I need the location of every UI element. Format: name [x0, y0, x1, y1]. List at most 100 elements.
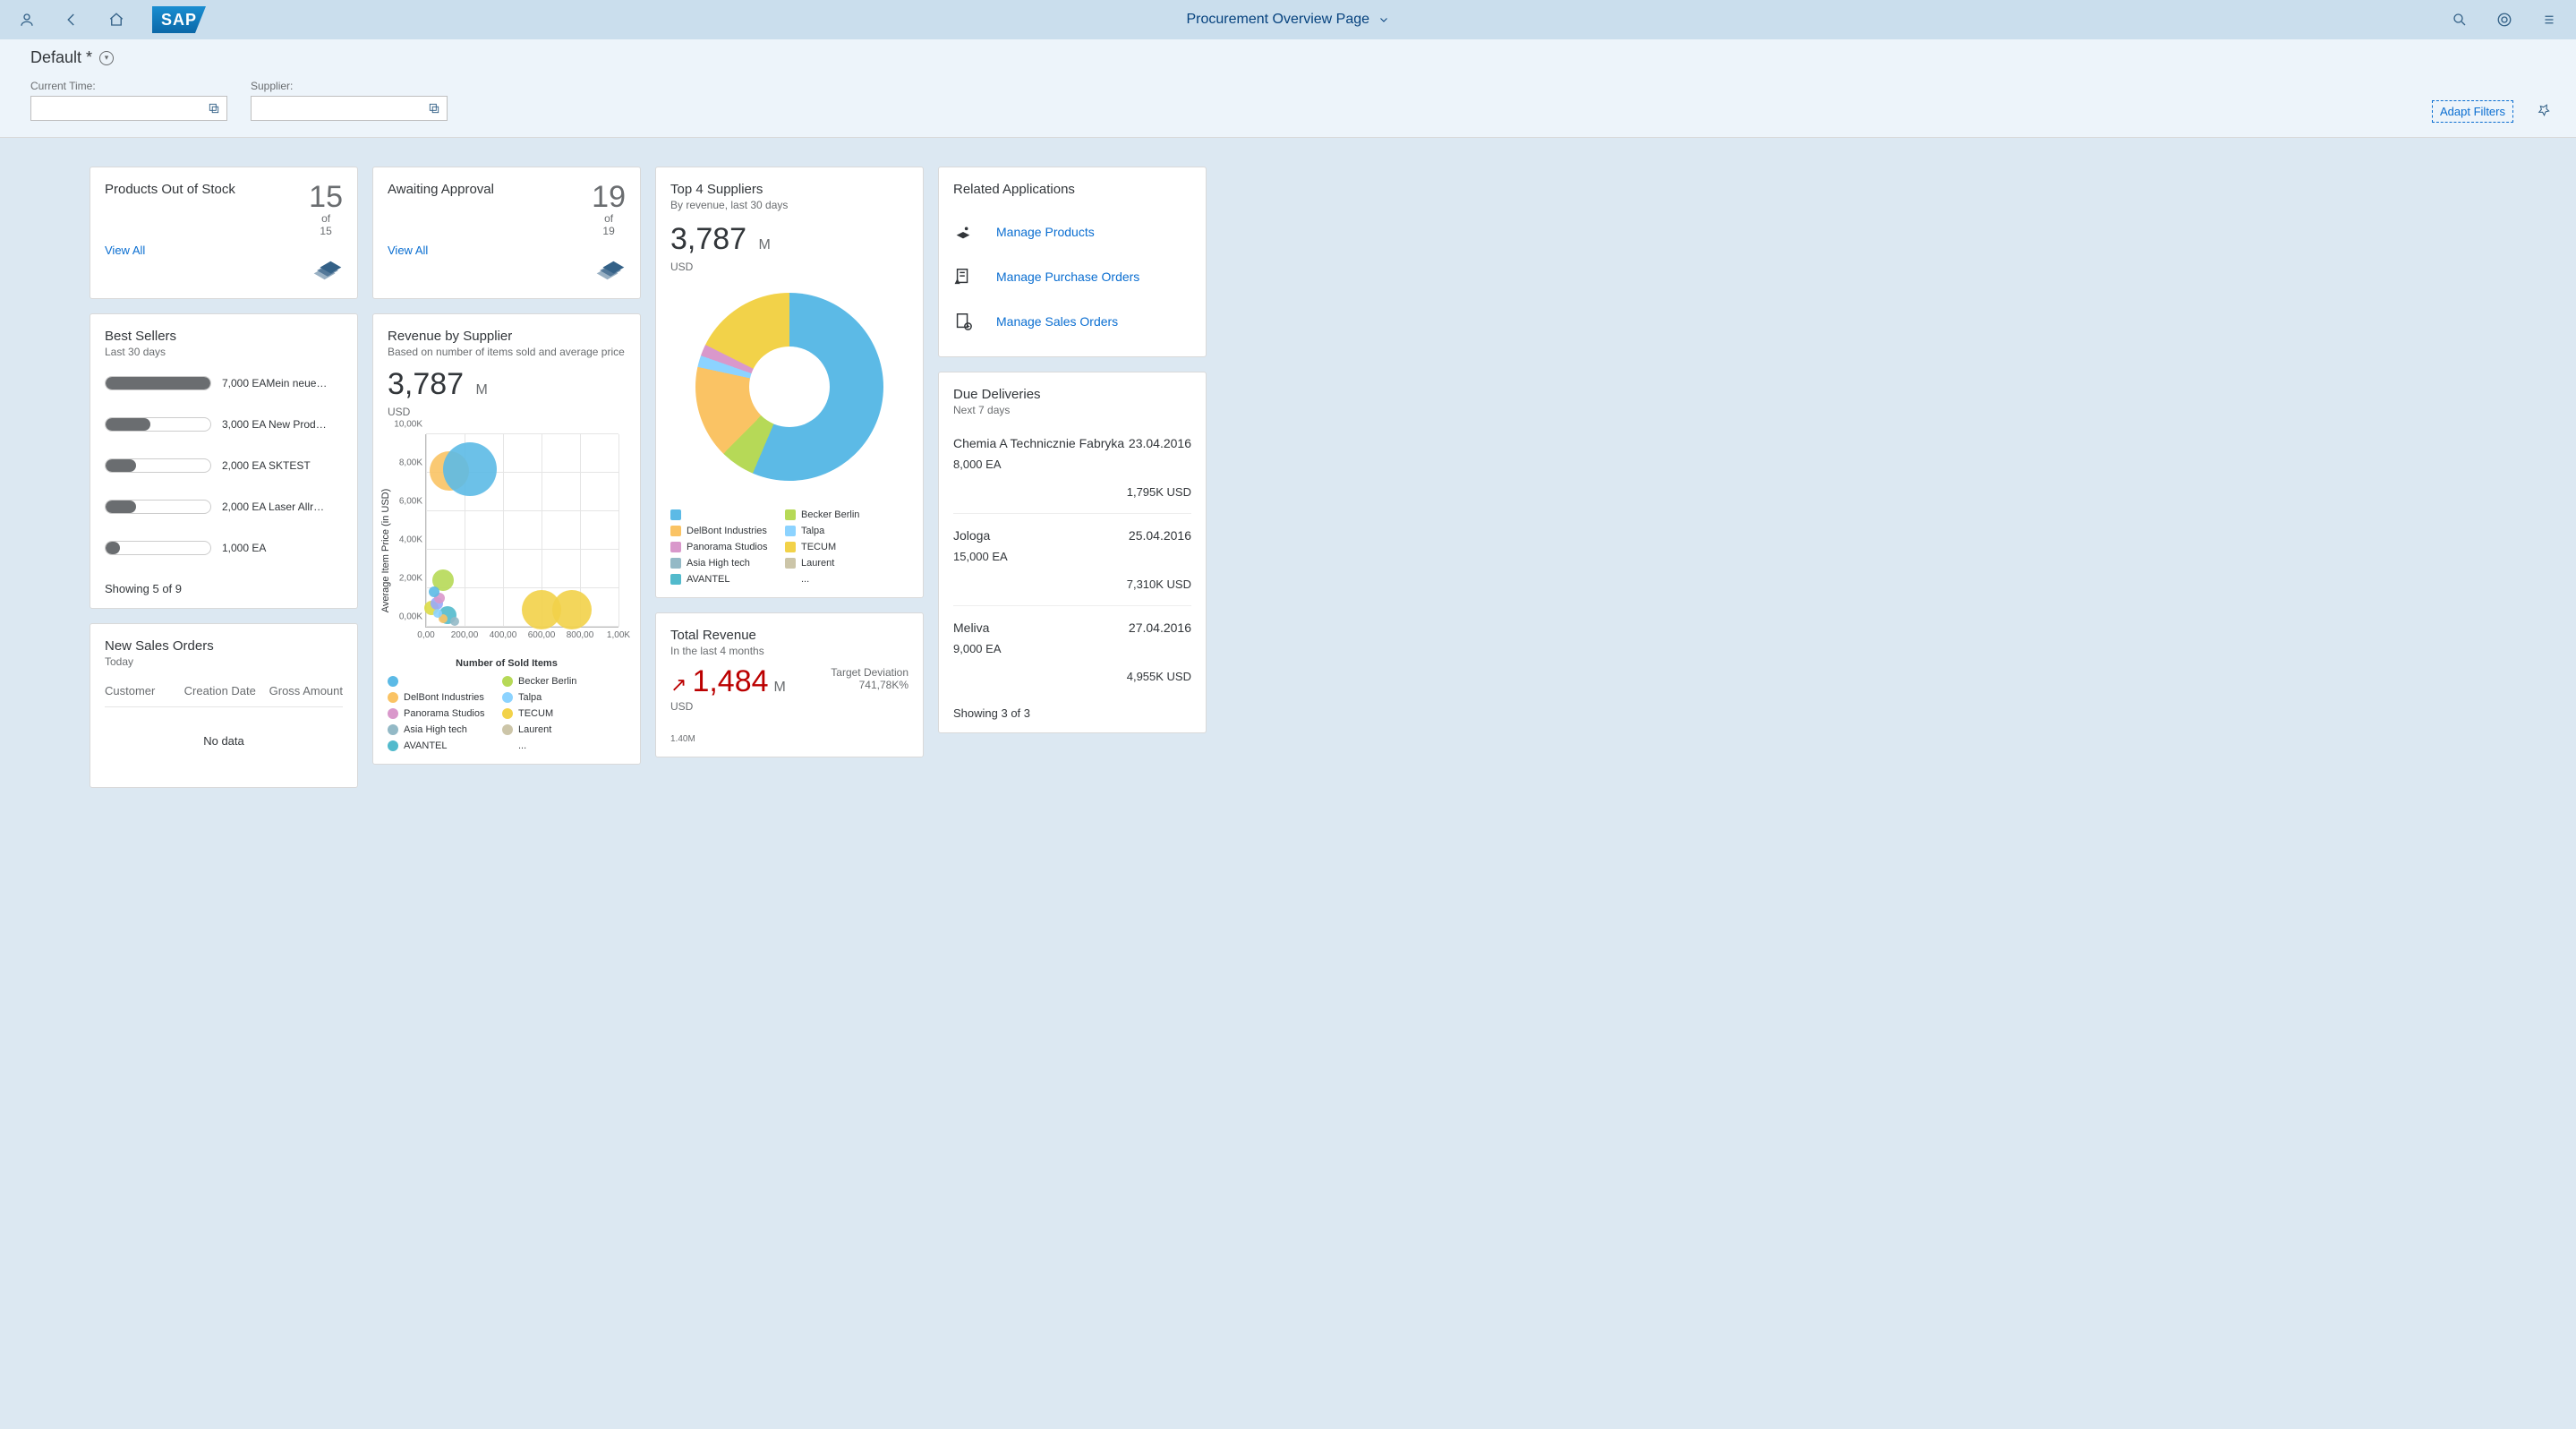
delivery-item[interactable]: Meliva27.04.2016 9,000 EA 4,955K USD: [953, 606, 1191, 697]
value-help-icon[interactable]: [422, 97, 447, 120]
filter-bar: Default * ▾ Current Time: Supplier: Adap…: [0, 39, 2576, 138]
trend-up-icon: ↗: [670, 673, 687, 696]
kpi-currency: USD: [670, 700, 786, 713]
delivery-name: Chemia A Technicznie Fabryka: [953, 436, 1124, 450]
kpi-of: of: [592, 212, 626, 225]
back-icon[interactable]: [63, 11, 81, 29]
shell-header-left: SAP: [18, 6, 206, 33]
kpi-currency: USD: [670, 261, 908, 273]
home-icon[interactable]: [107, 11, 125, 29]
ovp-scroll[interactable]: Products Out of Stock View All 15 of 15 …: [0, 143, 2576, 1429]
copilot-icon[interactable]: [2495, 11, 2513, 29]
card-footer: Showing 5 of 9: [105, 582, 343, 595]
card-new-sales-orders[interactable]: New Sales Orders Today Customer Creation…: [90, 623, 358, 788]
legend-item[interactable]: Laurent: [785, 558, 883, 569]
bubble-chart: Average Item Price (in USD) 0,00K2,00K4,…: [388, 434, 626, 667]
legend-item[interactable]: AVANTEL: [670, 574, 769, 585]
card-due-deliveries[interactable]: Due Deliveries Next 7 days Chemia A Tech…: [938, 372, 1207, 733]
legend-item[interactable]: Panorama Studios: [388, 708, 486, 719]
card-revenue-by-supplier[interactable]: Revenue by Supplier Based on number of i…: [372, 313, 641, 765]
card-title: New Sales Orders: [105, 638, 343, 654]
kpi-unit: M: [476, 382, 488, 398]
shell-title-button[interactable]: Procurement Overview Page: [1187, 12, 1390, 27]
menu-icon[interactable]: [2540, 11, 2558, 29]
legend-item[interactable]: Panorama Studios: [670, 542, 769, 552]
link-manage-sales-orders[interactable]: Manage Sales Orders: [953, 299, 1191, 344]
col-gross-amount: Gross Amount: [263, 684, 343, 697]
bar-label: 3,000 EA New Prod…: [222, 418, 343, 431]
chart-legend: Becker Berlin DelBont Industries Talpa Pano…: [388, 676, 626, 751]
variant-selector[interactable]: Default * ▾: [30, 48, 2546, 67]
card-total-revenue[interactable]: Total Revenue In the last 4 months ↗1,48…: [655, 612, 924, 757]
card-products-out-of-stock[interactable]: Products Out of Stock View All 15 of 15: [90, 167, 358, 299]
bubble[interactable]: [429, 586, 439, 597]
legend-item[interactable]: TECUM: [785, 542, 883, 552]
view-all-link[interactable]: View All: [105, 244, 235, 257]
legend-item[interactable]: Asia High tech: [388, 724, 486, 735]
filters-row: Current Time: Supplier:: [30, 80, 2546, 121]
delivery-amt: 4,955K USD: [953, 670, 1191, 683]
col-customer: Customer: [105, 684, 184, 697]
delivery-item[interactable]: Jologa25.04.2016 15,000 EA 7,310K USD: [953, 514, 1191, 606]
current-time-input[interactable]: [31, 97, 201, 120]
card-awaiting-approval[interactable]: Awaiting Approval View All 19 of 19: [372, 167, 641, 299]
filter-input-wrap: [251, 96, 448, 121]
legend-item[interactable]: ...: [785, 574, 883, 585]
column-4: Related Applications Manage Products Man…: [938, 167, 1207, 733]
kpi-currency: USD: [388, 406, 626, 418]
kpi-number: 15: [309, 182, 343, 212]
legend-item[interactable]: ...: [502, 740, 601, 751]
view-all-link[interactable]: View All: [388, 244, 494, 257]
link-manage-products[interactable]: Manage Products: [953, 210, 1191, 254]
bar-track: [105, 376, 211, 390]
legend-item[interactable]: Asia High tech: [670, 558, 769, 569]
legend-item[interactable]: Laurent: [502, 724, 601, 735]
legend-item[interactable]: Becker Berlin: [785, 509, 883, 520]
card-title: Total Revenue: [670, 628, 908, 643]
value-help-icon[interactable]: [201, 97, 226, 120]
pin-icon[interactable]: [2537, 103, 2555, 121]
delivery-item[interactable]: Chemia A Technicznie Fabryka23.04.2016 8…: [953, 422, 1191, 514]
bubble[interactable]: [450, 617, 459, 626]
supplier-input[interactable]: [252, 97, 422, 120]
chart-xlabel: Number of Sold Items: [456, 658, 558, 669]
bubble[interactable]: [433, 609, 442, 618]
legend-item[interactable]: Becker Berlin: [502, 676, 601, 687]
filter-supplier: Supplier:: [251, 80, 448, 121]
card-subtitle: Today: [105, 655, 343, 668]
filter-label: Supplier:: [251, 80, 448, 92]
column-2: Awaiting Approval View All 19 of 19 Reve…: [372, 167, 641, 765]
chart-legend: Becker Berlin DelBont Industries Talpa Pano…: [670, 509, 908, 585]
column-3: Top 4 Suppliers By revenue, last 30 days…: [655, 167, 924, 757]
delivery-name: Jologa: [953, 528, 990, 543]
adapt-filters-button[interactable]: Adapt Filters: [2432, 100, 2513, 123]
legend-item[interactable]: Talpa: [502, 692, 601, 703]
user-icon[interactable]: [18, 11, 36, 29]
legend-item[interactable]: AVANTEL: [388, 740, 486, 751]
card-related-applications: Related Applications Manage Products Man…: [938, 167, 1207, 357]
search-icon[interactable]: [2451, 11, 2469, 29]
bar-label: 1,000 EA: [222, 542, 343, 554]
filter-label: Current Time:: [30, 80, 227, 92]
kpi-number: 19: [592, 182, 626, 212]
legend-item[interactable]: [670, 509, 769, 520]
legend-item[interactable]: [388, 676, 486, 687]
bar-row: 1,000 EA: [105, 541, 343, 555]
legend-item[interactable]: DelBont Industries: [670, 526, 769, 536]
legend-item[interactable]: Talpa: [785, 526, 883, 536]
link-manage-purchase-orders[interactable]: Manage Purchase Orders: [953, 254, 1191, 299]
bubble[interactable]: [443, 442, 497, 496]
bubble[interactable]: [552, 590, 592, 629]
card-title: Awaiting Approval: [388, 182, 494, 197]
legend-item[interactable]: TECUM: [502, 708, 601, 719]
card-subtitle: By revenue, last 30 days: [670, 199, 908, 211]
stack-icon[interactable]: [312, 255, 343, 286]
delivery-name: Meliva: [953, 620, 989, 635]
card-top-suppliers[interactable]: Top 4 Suppliers By revenue, last 30 days…: [655, 167, 924, 598]
kpi-number: 3,787: [388, 367, 464, 401]
card-subtitle: Based on number of items sold and averag…: [388, 346, 626, 358]
legend-item[interactable]: DelBont Industries: [388, 692, 486, 703]
card-best-sellers[interactable]: Best Sellers Last 30 days 7,000 EAMein n…: [90, 313, 358, 609]
bar-row: 3,000 EA New Prod…: [105, 417, 343, 432]
stack-icon[interactable]: [595, 255, 626, 286]
